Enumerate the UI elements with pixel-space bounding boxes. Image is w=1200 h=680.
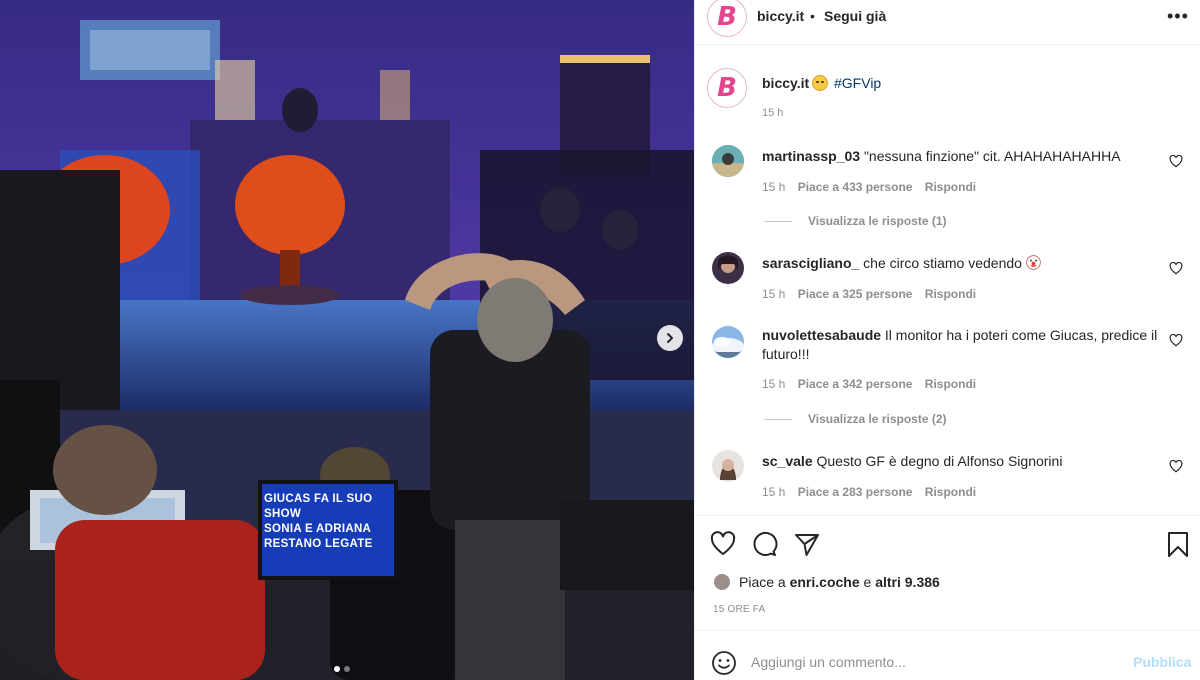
- brand-logo-letter: B: [717, 73, 737, 103]
- reply-button[interactable]: Rispondi: [925, 485, 976, 499]
- comment-text: sarascigliano_ che circo stiamo vedendo: [762, 254, 1162, 273]
- comment-time[interactable]: 15 h: [762, 377, 785, 391]
- comment-meta: 15 h Piace a 433 persone Rispondi: [762, 180, 985, 194]
- view-replies-button[interactable]: Visualizza le risposte (1): [764, 214, 947, 228]
- comment-username[interactable]: martinassp_03: [762, 148, 860, 164]
- header-divider: [695, 44, 1200, 45]
- comment-meta: 15 h Piace a 342 persone Rispondi: [762, 377, 985, 391]
- grinning-emoji-icon: [812, 75, 828, 91]
- post-header: B biccy.it • Segui già •••: [695, 0, 1200, 37]
- reply-button[interactable]: Rispondi: [925, 180, 976, 194]
- comment-input[interactable]: [751, 650, 1121, 674]
- avatar-photo: [712, 450, 744, 482]
- carousel-dot: [344, 666, 350, 672]
- commenter-avatar[interactable]: [712, 252, 744, 284]
- emoji-picker-icon[interactable]: [711, 650, 737, 676]
- liker-username[interactable]: enri.coche: [790, 574, 860, 590]
- following-button[interactable]: Segui già: [824, 8, 886, 24]
- view-replies-label: Visualizza le risposte (2): [808, 412, 947, 426]
- post-media[interactable]: GIUCAS FA IL SUO SHOW SONIA E ADRIANA RE…: [0, 0, 694, 680]
- comment-body: "nessuna finzione" cit. AHAHAHAHAHHA: [863, 148, 1121, 164]
- comment-likes[interactable]: Piace a 283 persone: [798, 485, 913, 499]
- reply-button[interactable]: Rispondi: [925, 287, 976, 301]
- comment-body: Questo GF è degno di Alfonso Signorini: [816, 453, 1063, 469]
- carousel-next-button[interactable]: [657, 325, 683, 351]
- share-paper-plane-icon[interactable]: [793, 530, 821, 558]
- carousel-dot-active: [334, 666, 340, 672]
- avatar-photo: [712, 252, 744, 284]
- author-avatar[interactable]: B: [707, 0, 747, 37]
- heart-outline-icon[interactable]: [1169, 460, 1183, 473]
- likes-summary: Piace a enri.coche e altri 9.386: [713, 573, 940, 591]
- avatar-photo: [712, 145, 744, 177]
- publish-button[interactable]: Pubblica: [1133, 654, 1191, 670]
- comment-bubble-icon[interactable]: [751, 530, 779, 558]
- commenter-avatar[interactable]: [712, 450, 744, 482]
- actions-divider: [695, 515, 1200, 516]
- post-side-panel: B biccy.it • Segui già ••• B biccy.it #G…: [694, 0, 1200, 680]
- likes-others-count[interactable]: altri 9.386: [875, 574, 940, 590]
- chevron-right-icon: [667, 333, 673, 343]
- comment-likes[interactable]: Piace a 342 persone: [798, 377, 913, 391]
- comment-username[interactable]: sc_vale: [762, 453, 813, 469]
- monitor-caption: GIUCAS FA IL SUO SHOW SONIA E ADRIANA RE…: [264, 492, 394, 552]
- caption-hashtag[interactable]: #GFVip: [834, 75, 881, 91]
- post-timestamp[interactable]: 15 ORE FA: [713, 604, 765, 615]
- comment-time[interactable]: 15 h: [762, 180, 785, 194]
- avatar-photo: [712, 326, 744, 358]
- video-frame: [0, 0, 694, 680]
- likes-prefix: Piace a: [739, 574, 790, 590]
- heart-outline-icon[interactable]: [1169, 262, 1183, 275]
- monitor-line: RESTANO LEGATE: [264, 538, 373, 550]
- clown-emoji-icon: [1026, 255, 1041, 270]
- post-action-bar: [695, 526, 1200, 560]
- liker-avatar[interactable]: [713, 573, 731, 591]
- replies-line: [764, 418, 792, 420]
- comment-likes[interactable]: Piace a 433 persone: [798, 180, 913, 194]
- commenter-avatar[interactable]: [712, 145, 744, 177]
- caption-avatar[interactable]: B: [707, 68, 747, 108]
- monitor-line: GIUCAS FA IL SUO: [264, 493, 373, 505]
- view-replies-button[interactable]: Visualizza le risposte (2): [764, 412, 947, 426]
- caption-time[interactable]: 15 h: [762, 107, 783, 119]
- comment-time[interactable]: 15 h: [762, 287, 785, 301]
- bookmark-save-icon[interactable]: [1164, 530, 1192, 558]
- brand-logo-letter: B: [717, 2, 737, 32]
- comment-username[interactable]: nuvolettesabaude: [762, 327, 881, 343]
- view-replies-label: Visualizza le risposte (1): [808, 214, 947, 228]
- comment-text: martinassp_03 "nessuna finzione" cit. AH…: [762, 147, 1162, 166]
- heart-outline-icon[interactable]: [1169, 155, 1183, 168]
- comment-text: nuvolettesabaude Il monitor ha i poteri …: [762, 326, 1162, 364]
- monitor-line: SONIA E ADRIANA: [264, 523, 372, 535]
- replies-line: [764, 220, 792, 222]
- more-options-icon[interactable]: •••: [1167, 6, 1189, 27]
- reply-button[interactable]: Rispondi: [925, 377, 976, 391]
- monitor-line: SHOW: [264, 508, 301, 520]
- comment-composer: Pubblica: [695, 641, 1200, 680]
- comment-body: che circo stiamo vedendo: [863, 255, 1022, 271]
- comment-meta: 15 h Piace a 325 persone Rispondi: [762, 287, 985, 301]
- commenter-avatar[interactable]: [712, 326, 744, 358]
- carousel-indicator: [334, 666, 350, 672]
- heart-outline-icon[interactable]: [1169, 334, 1183, 347]
- header-separator: •: [810, 8, 815, 24]
- comment-time[interactable]: 15 h: [762, 485, 785, 499]
- like-heart-icon[interactable]: [709, 530, 737, 558]
- comment-likes[interactable]: Piace a 325 persone: [798, 287, 913, 301]
- comment-meta: 15 h Piace a 283 persone Rispondi: [762, 485, 985, 499]
- composer-divider: [695, 630, 1200, 631]
- caption-username[interactable]: biccy.it: [762, 75, 809, 91]
- comment-text: sc_vale Questo GF è degno di Alfonso Sig…: [762, 452, 1162, 471]
- author-username[interactable]: biccy.it: [757, 8, 804, 24]
- comment-username[interactable]: sarascigliano_: [762, 255, 859, 271]
- likes-conjunction: e: [859, 574, 876, 590]
